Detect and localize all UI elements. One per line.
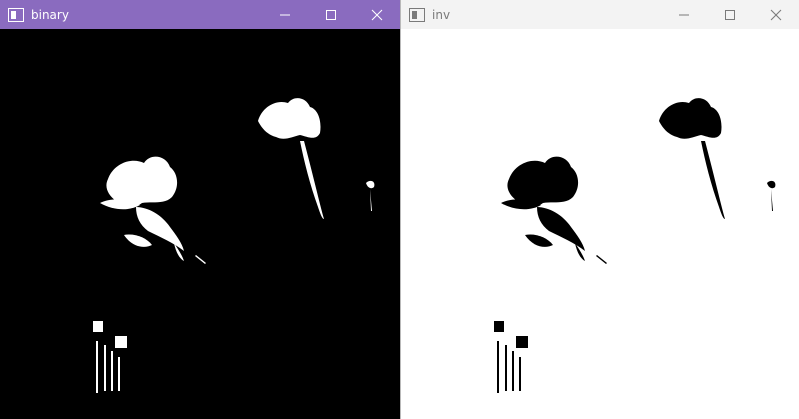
close-button[interactable] bbox=[753, 0, 799, 29]
maximize-button[interactable] bbox=[308, 0, 354, 29]
close-button[interactable] bbox=[354, 0, 400, 29]
title-bar[interactable]: binary bbox=[0, 0, 400, 29]
window-controls bbox=[262, 0, 400, 29]
title-bar[interactable]: inv bbox=[401, 0, 799, 29]
close-icon bbox=[371, 9, 383, 20]
window-title: binary bbox=[31, 7, 69, 22]
close-icon bbox=[770, 9, 782, 20]
maximize-icon bbox=[326, 9, 336, 20]
window-inv[interactable]: inv bbox=[400, 0, 799, 419]
binary-image-canvas bbox=[0, 29, 400, 419]
minimize-icon bbox=[679, 14, 689, 15]
maximize-button[interactable] bbox=[707, 0, 753, 29]
window-controls bbox=[661, 0, 799, 29]
maximize-icon bbox=[725, 9, 735, 20]
binary-flower-image bbox=[93, 98, 375, 393]
minimize-button[interactable] bbox=[661, 0, 707, 29]
inverted-image-canvas bbox=[401, 29, 799, 419]
window-title: inv bbox=[432, 7, 451, 22]
window-binary[interactable]: binary bbox=[0, 0, 400, 419]
minimize-icon bbox=[280, 14, 290, 15]
inverted-flower-image bbox=[494, 98, 776, 393]
app-icon bbox=[409, 7, 425, 22]
app-icon bbox=[8, 7, 24, 22]
minimize-button[interactable] bbox=[262, 0, 308, 29]
